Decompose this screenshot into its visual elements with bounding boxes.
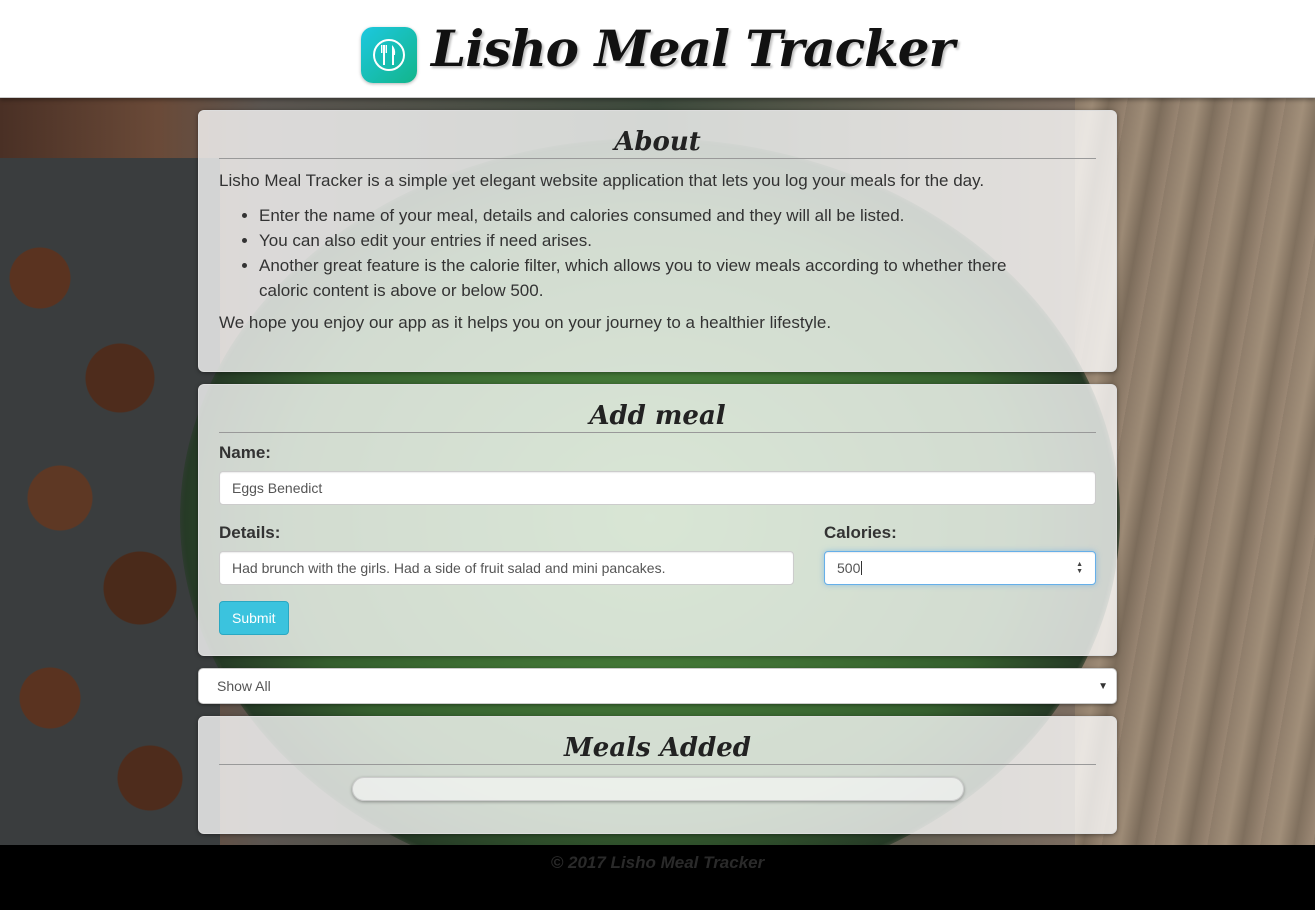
chevron-down-icon: ▼ (1098, 680, 1108, 692)
footer-copyright: © 2017 Lisho Meal Tracker (550, 853, 765, 872)
meals-added-panel: Meals Added (198, 716, 1117, 834)
submit-button[interactable]: Submit (219, 601, 289, 635)
calorie-filter-select[interactable]: Show All ▼ (198, 668, 1117, 704)
about-outro: We hope you enjoy our app as it helps yo… (219, 313, 832, 332)
meal-details-value: Had brunch with the girls. Had a side of… (232, 560, 666, 576)
footer: © 2017 Lisho Meal Tracker (0, 845, 1315, 910)
about-heading: About (219, 127, 1096, 159)
meal-name-input[interactable]: Eggs Benedict (219, 471, 1096, 505)
number-spinner[interactable]: ▲ ▼ (1076, 561, 1083, 575)
spinner-down-icon[interactable]: ▼ (1076, 568, 1083, 575)
filter-selected-value: Show All (217, 678, 271, 694)
meal-details-input[interactable]: Had brunch with the girls. Had a side of… (219, 551, 794, 585)
text-cursor (861, 561, 863, 575)
app-title: Lisho Meal Tracker (431, 19, 955, 78)
meals-added-heading: Meals Added (219, 733, 1096, 765)
calories-value: 500 (837, 560, 861, 576)
list-item: Another great feature is the calorie fil… (259, 253, 1096, 303)
calories-input[interactable]: 500 ▲ ▼ (824, 551, 1096, 585)
about-intro: Lisho Meal Tracker is a simple yet elega… (219, 171, 985, 190)
spinner-up-icon[interactable]: ▲ (1076, 561, 1083, 568)
name-label: Name: (219, 443, 271, 462)
meals-list (351, 777, 964, 801)
app-header: Lisho Meal Tracker (0, 0, 1315, 98)
add-meal-panel: Add meal Name: Eggs Benedict Details: Ha… (198, 384, 1117, 656)
list-item: You can also edit your entries if need a… (259, 228, 1096, 253)
add-meal-heading: Add meal (219, 401, 1096, 433)
about-panel: About Lisho Meal Tracker is a simple yet… (198, 110, 1117, 372)
details-label: Details: (219, 523, 281, 542)
meal-name-value: Eggs Benedict (232, 480, 323, 496)
calories-label: Calories: (824, 523, 897, 542)
about-feature-list: Enter the name of your meal, details and… (259, 203, 1096, 303)
fork-knife-icon (361, 26, 418, 83)
list-item: Enter the name of your meal, details and… (259, 203, 1096, 228)
